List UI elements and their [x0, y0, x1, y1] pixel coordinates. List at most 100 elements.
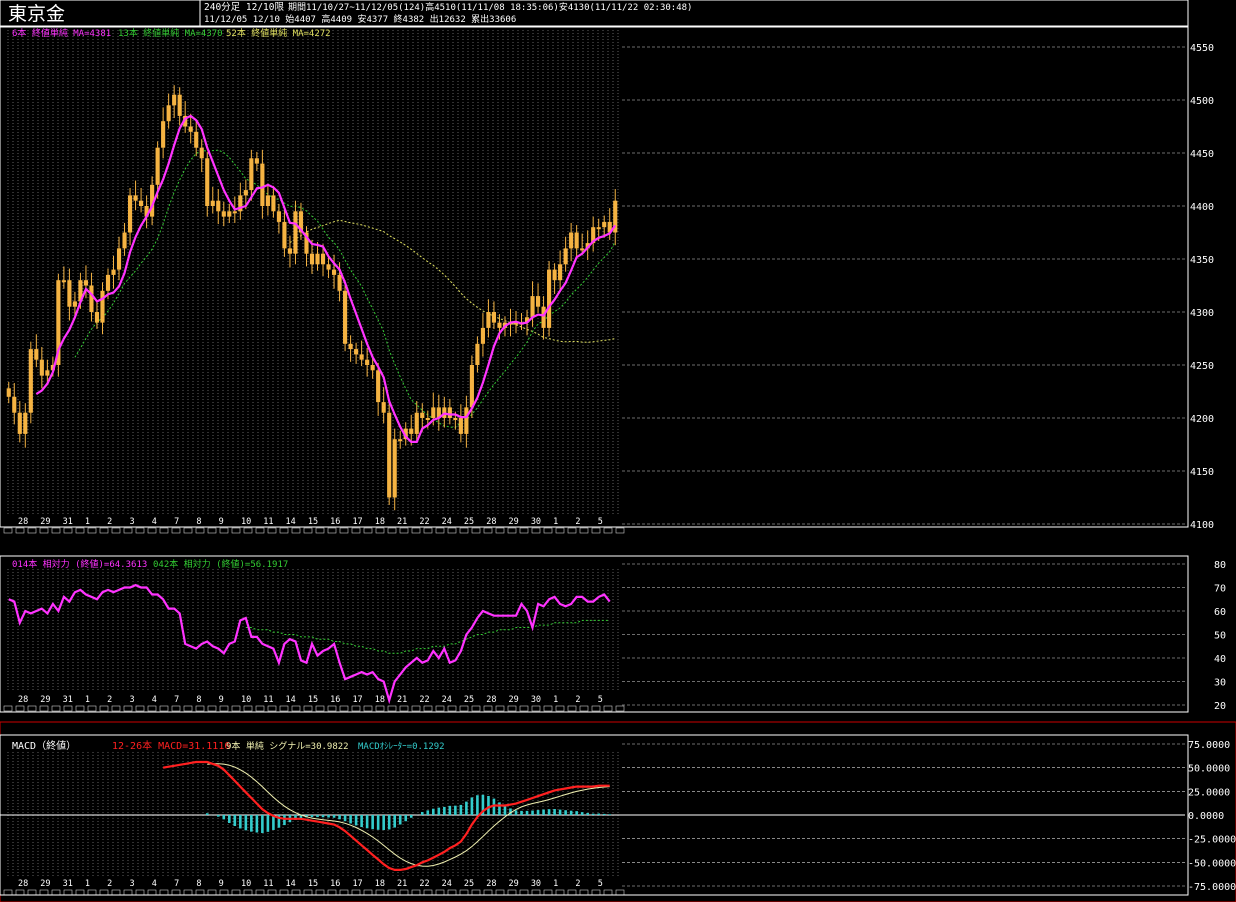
date-tick-mark	[39, 527, 49, 534]
rsi-date-label: 9	[219, 695, 224, 705]
macd-ytick: -75.0000	[1188, 882, 1236, 893]
macd-panel: 75.0000 50.0000 25.0000 0.0000 -25.0000 -50.0…	[0, 721, 1236, 902]
macd-ytick: 50.0000	[1188, 764, 1230, 775]
candle-body	[530, 296, 535, 318]
period-info: 期間11/10/27~11/12/05(124)高4510(11/11/08 1…	[288, 1, 692, 13]
rsi-date-label: 1	[85, 695, 90, 705]
candle-body	[271, 195, 276, 212]
candle-body	[376, 370, 381, 403]
candle-body	[365, 359, 370, 365]
candle-body	[72, 301, 77, 307]
date-tick-mark	[99, 527, 109, 534]
rsi-date-label: 21	[397, 695, 407, 705]
date-tick-mark	[51, 527, 61, 534]
date-tick-mark	[615, 527, 625, 534]
candle-body	[133, 195, 138, 201]
price-ytick: 4550	[1190, 43, 1214, 54]
rsi-ytick: 40	[1214, 654, 1226, 665]
price-ytick: 4400	[1190, 202, 1214, 213]
price-date-label: 24	[442, 517, 452, 527]
candle-body	[199, 147, 204, 159]
candle-body	[221, 211, 226, 217]
candle-body	[116, 248, 122, 270]
macd-date-label: 9	[219, 879, 224, 889]
date-tick-mark	[207, 527, 217, 534]
price-date-label: 29	[509, 517, 519, 527]
candle-body	[39, 359, 44, 376]
price-ytick: 4450	[1190, 149, 1214, 160]
candle-body	[569, 232, 574, 249]
date-tick-mark	[339, 527, 349, 534]
date-tick-mark	[363, 527, 373, 534]
candle-body	[480, 327, 485, 344]
price-date-label: 14	[286, 517, 296, 527]
macd-date-label: 11	[263, 879, 273, 889]
macd-date-label: 30	[531, 879, 541, 889]
macd-ytick: 0.0000	[1188, 811, 1224, 822]
macd-date-label: 15	[308, 879, 318, 889]
date-tick-mark	[555, 527, 565, 534]
rsi-date-label: 5	[598, 695, 603, 705]
candle-body	[409, 428, 414, 434]
rsi-panel: 80706050403020 28 29 31 1 2 3 4 7 8 9 10 11 14 15 16 17…	[0, 555, 1226, 713]
price-date-label: 29	[40, 517, 50, 527]
date-tick-mark	[579, 527, 589, 534]
rsi-panel-frame	[0, 555, 1189, 713]
rsi-date-label: 18	[375, 695, 385, 705]
legend-ma-short: 6本 終値単純 MA=4381	[12, 27, 111, 39]
chart-canvas: 東京金 240分足 12/10限 期間11/10/27~11/12/05(124…	[0, 0, 1236, 902]
rsi-date-label: 24	[442, 695, 452, 705]
price-date-label: 4	[152, 517, 157, 527]
candle-body	[177, 94, 182, 116]
candle-body	[381, 402, 386, 413]
candle-body	[155, 147, 160, 185]
price-date-label: 16	[330, 517, 340, 527]
price-ytick: 4150	[1190, 467, 1214, 478]
macd-date-label: 4	[152, 879, 157, 889]
date-tick-mark	[147, 527, 157, 534]
price-date-label: 25	[464, 517, 474, 527]
candle-body	[320, 253, 326, 265]
rsi-date-label: 17	[352, 695, 362, 705]
rsi-date-label: 8	[196, 695, 201, 705]
rsi-date-label: 2	[107, 695, 112, 705]
candle-body	[172, 94, 177, 106]
candle-body	[552, 269, 557, 281]
date-tick-mark	[567, 527, 577, 534]
candle-body	[243, 190, 248, 196]
candle-body	[205, 158, 210, 206]
candle-body	[425, 418, 430, 420]
date-tick-mark	[387, 527, 397, 534]
candle-body	[563, 248, 568, 265]
date-tick-mark	[315, 527, 325, 534]
date-tick-mark	[459, 527, 469, 534]
macd-ytick: 75.0000	[1188, 740, 1230, 751]
candle-body	[61, 280, 66, 283]
date-tick-mark	[183, 527, 193, 534]
candle-body	[414, 412, 419, 434]
price-date-label: 8	[196, 517, 201, 527]
candle-body	[464, 407, 469, 434]
price-ytick: 4100	[1190, 520, 1214, 531]
candle-body	[398, 439, 403, 442]
date-tick-mark	[303, 527, 313, 534]
rsi-date-label: 14	[286, 695, 296, 705]
date-tick-mark	[219, 527, 229, 534]
macd-date-label: 17	[352, 879, 362, 889]
macd-ytick: -50.0000	[1188, 858, 1236, 869]
candle-body	[105, 274, 111, 291]
candle-body	[486, 312, 491, 328]
candle-body	[34, 349, 39, 360]
rsi-date-label: 22	[419, 695, 429, 705]
candle-body	[260, 163, 265, 206]
candle-body	[453, 418, 458, 420]
price-date-label: 9	[219, 517, 224, 527]
candle-body	[122, 232, 127, 249]
candle-body	[287, 248, 293, 254]
price-date-label: 2	[107, 517, 112, 527]
date-tick-mark	[267, 527, 277, 534]
date-tick-mark	[591, 527, 601, 534]
candle-body	[166, 105, 171, 122]
date-tick-mark	[87, 527, 97, 534]
rsi-date-label: 28	[18, 695, 28, 705]
